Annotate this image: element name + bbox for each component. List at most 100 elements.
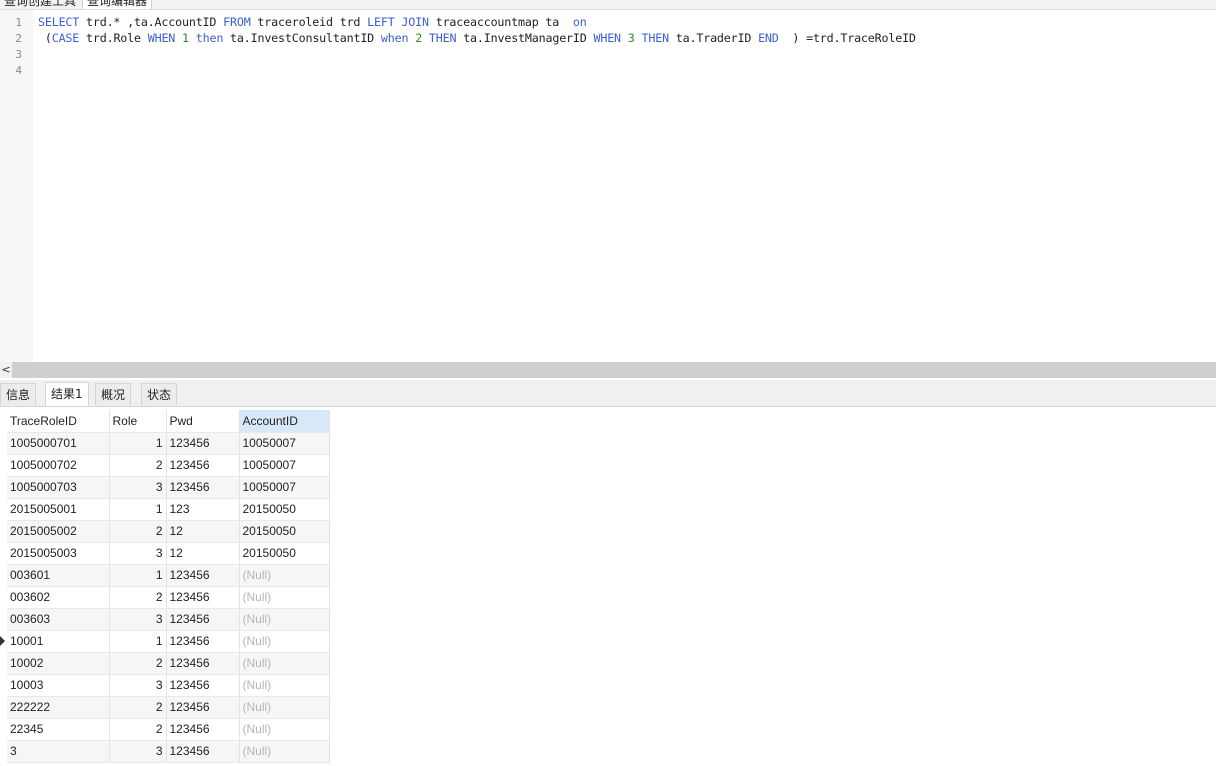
table-row[interactable]: 2015005003 3 12 20150050: [7, 542, 330, 565]
cell-pwd[interactable]: 123456: [166, 696, 240, 719]
table-row[interactable]: 1005000703 3 123456 10050007: [7, 476, 330, 499]
cell-traceroleid[interactable]: 1005000701: [7, 432, 110, 455]
sql-number: 1: [182, 31, 189, 45]
sql-keyword: LEFT JOIN: [367, 15, 429, 29]
cell-pwd[interactable]: 123456: [166, 674, 240, 697]
column-header-pwd[interactable]: Pwd: [166, 410, 240, 433]
scroll-left-arrow-icon[interactable]: <: [0, 362, 12, 378]
cell-pwd[interactable]: 123456: [166, 608, 240, 631]
cell-accountid[interactable]: (Null): [239, 718, 330, 741]
cell-role[interactable]: 2: [109, 652, 167, 675]
cell-role[interactable]: 3: [109, 608, 167, 631]
cell-pwd[interactable]: 123456: [166, 718, 240, 741]
sql-keyword: SELECT: [38, 15, 80, 29]
table-row[interactable]: 003603 3 123456 (Null): [7, 608, 330, 631]
cell-traceroleid[interactable]: 10001: [7, 630, 110, 653]
table-row[interactable]: 2015005001 1 123 20150050: [7, 498, 330, 521]
table-row[interactable]: 22345 2 123456 (Null): [7, 718, 330, 741]
cell-traceroleid[interactable]: 2015005003: [7, 542, 110, 565]
sql-editor[interactable]: 1 2 3 4 SELECT trd.* ,ta.AccountID FROM …: [0, 10, 1216, 362]
cell-role[interactable]: 3: [109, 674, 167, 697]
cell-role[interactable]: 2: [109, 454, 167, 477]
cell-pwd[interactable]: 123456: [166, 454, 240, 477]
table-row[interactable]: 1005000702 2 123456 10050007: [7, 454, 330, 477]
cell-accountid[interactable]: (Null): [239, 564, 330, 587]
line-number-gutter: 1 2 3 4: [0, 10, 33, 362]
cell-accountid[interactable]: 20150050: [239, 498, 330, 521]
table-row[interactable]: 10003 3 123456 (Null): [7, 674, 330, 697]
tab-status[interactable]: 状态: [141, 383, 178, 405]
cell-role[interactable]: 2: [109, 696, 167, 719]
cell-traceroleid[interactable]: 22345: [7, 718, 110, 741]
column-header-role[interactable]: Role: [109, 410, 167, 433]
cell-traceroleid[interactable]: 222222: [7, 696, 110, 719]
cell-role[interactable]: 1: [109, 564, 167, 587]
cell-traceroleid[interactable]: 2015005001: [7, 498, 110, 521]
table-row[interactable]: 003601 1 123456 (Null): [7, 564, 330, 587]
column-header-traceroleid[interactable]: TraceRoleID: [7, 410, 110, 433]
cell-accountid[interactable]: (Null): [239, 674, 330, 697]
table-row[interactable]: 10001 1 123456 (Null): [7, 630, 330, 653]
cell-accountid[interactable]: 20150050: [239, 520, 330, 543]
tab-query-editor[interactable]: 查询编辑器: [82, 0, 153, 9]
cell-accountid[interactable]: (Null): [239, 696, 330, 719]
tab-info[interactable]: 信息: [0, 383, 37, 405]
cell-accountid[interactable]: 10050007: [239, 454, 330, 477]
sql-line-1: SELECT trd.* ,ta.AccountID FROM tracerol…: [38, 15, 587, 29]
cell-pwd[interactable]: 12: [166, 520, 240, 543]
cell-role[interactable]: 3: [109, 476, 167, 499]
editor-horizontal-scrollbar[interactable]: <: [0, 362, 1216, 378]
cell-pwd[interactable]: 123456: [166, 476, 240, 499]
column-header-accountid[interactable]: AccountID: [239, 410, 330, 433]
cell-traceroleid[interactable]: 003602: [7, 586, 110, 609]
cell-accountid[interactable]: (Null): [239, 652, 330, 675]
cell-traceroleid[interactable]: 1005000703: [7, 476, 110, 499]
grid-header-row: TraceRoleID Role Pwd AccountID: [7, 410, 330, 433]
table-row[interactable]: 1005000701 1 123456 10050007: [7, 432, 330, 455]
cell-role[interactable]: 1: [109, 432, 167, 455]
cell-pwd[interactable]: 123456: [166, 652, 240, 675]
cell-role[interactable]: 2: [109, 520, 167, 543]
cell-pwd[interactable]: 12: [166, 542, 240, 565]
cell-accountid[interactable]: (Null): [239, 586, 330, 609]
cell-role[interactable]: 1: [109, 498, 167, 521]
cell-role[interactable]: 3: [109, 740, 167, 763]
cell-traceroleid[interactable]: 10002: [7, 652, 110, 675]
cell-pwd[interactable]: 123456: [166, 740, 240, 763]
cell-pwd[interactable]: 123456: [166, 432, 240, 455]
table-row[interactable]: 3 3 123456 (Null): [7, 740, 330, 763]
cell-accountid[interactable]: (Null): [239, 608, 330, 631]
current-row-marker-icon: [0, 636, 5, 646]
cell-accountid[interactable]: 10050007: [239, 476, 330, 499]
line-number: 4: [15, 64, 22, 77]
cell-role[interactable]: 2: [109, 586, 167, 609]
table-row[interactable]: 2015005002 2 12 20150050: [7, 520, 330, 543]
cell-traceroleid[interactable]: 2015005002: [7, 520, 110, 543]
cell-role[interactable]: 1: [109, 630, 167, 653]
cell-accountid[interactable]: 10050007: [239, 432, 330, 455]
cell-traceroleid[interactable]: 003601: [7, 564, 110, 587]
cell-accountid[interactable]: 20150050: [239, 542, 330, 565]
cell-traceroleid[interactable]: 003603: [7, 608, 110, 631]
cell-pwd[interactable]: 123456: [166, 630, 240, 653]
sql-text: ta.TraderID: [668, 31, 759, 45]
result-grid[interactable]: TraceRoleID Role Pwd AccountID 100500070…: [7, 410, 330, 763]
table-row[interactable]: 10002 2 123456 (Null): [7, 652, 330, 675]
table-row[interactable]: 003602 2 123456 (Null): [7, 586, 330, 609]
cell-accountid[interactable]: (Null): [239, 630, 330, 653]
cell-pwd[interactable]: 123456: [166, 586, 240, 609]
cell-pwd[interactable]: 123: [166, 498, 240, 521]
cell-role[interactable]: 3: [109, 542, 167, 565]
cell-traceroleid[interactable]: 10003: [7, 674, 110, 697]
tab-query-builder[interactable]: 查询创建工具: [0, 0, 80, 9]
sql-keyword: on: [572, 15, 587, 29]
tab-result1[interactable]: 结果1: [45, 382, 89, 406]
cell-accountid[interactable]: (Null): [239, 740, 330, 763]
tab-overview[interactable]: 概况: [95, 383, 132, 405]
cell-traceroleid[interactable]: 1005000702: [7, 454, 110, 477]
sql-keyword: FROM: [223, 15, 251, 29]
cell-traceroleid[interactable]: 3: [7, 740, 110, 763]
cell-role[interactable]: 2: [109, 718, 167, 741]
cell-pwd[interactable]: 123456: [166, 564, 240, 587]
table-row[interactable]: 222222 2 123456 (Null): [7, 696, 330, 719]
